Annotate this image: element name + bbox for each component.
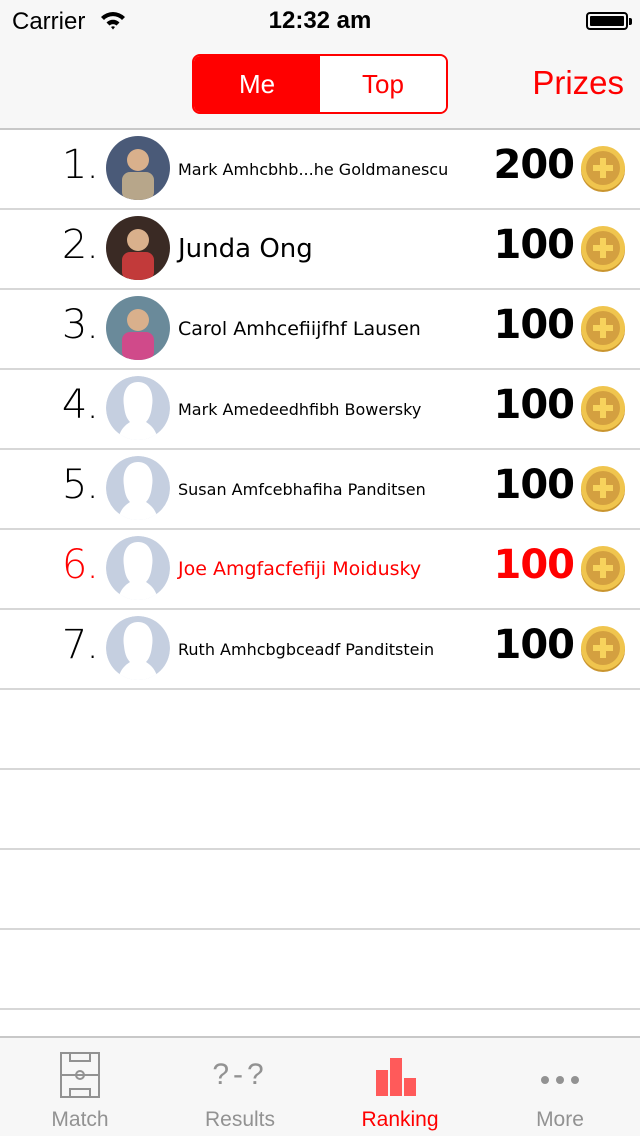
coin-icon bbox=[580, 466, 626, 512]
segment-top[interactable]: Top bbox=[320, 56, 446, 112]
bar-chart-icon bbox=[376, 1058, 424, 1101]
tab-label: Ranking bbox=[361, 1108, 439, 1131]
tab-label: Match bbox=[51, 1108, 109, 1131]
tab-label: Results bbox=[204, 1108, 276, 1131]
me-top-segmented-control[interactable]: Me Top bbox=[192, 54, 448, 114]
coin-icon bbox=[580, 386, 626, 432]
player-points: 200 bbox=[493, 142, 575, 188]
player-points: 100 bbox=[493, 302, 575, 348]
ranking-row[interactable]: 3. Carol Amhcefiijfhf Lausen 100 bbox=[0, 290, 640, 370]
coin-icon bbox=[580, 546, 626, 592]
more-dots-icon bbox=[540, 1072, 580, 1090]
user-avatar bbox=[106, 216, 170, 280]
soccer-field-icon bbox=[60, 1052, 100, 1103]
player-name: Ruth Amhcbgbceadf Panditstein bbox=[178, 639, 435, 659]
tab-more[interactable]: More bbox=[480, 1038, 640, 1136]
rank-number: 4. bbox=[61, 382, 99, 428]
empty-row bbox=[0, 690, 640, 770]
player-name: Mark Amhcbhb...he Goldmanescu bbox=[178, 159, 449, 179]
player-name: Junda Ong bbox=[178, 234, 313, 264]
user-avatar bbox=[106, 136, 170, 200]
rank-number: 5. bbox=[61, 462, 99, 508]
player-name: Susan Amfcebhafiha Panditsen bbox=[178, 479, 426, 499]
player-name: Mark Amedeedhfibh Bowersky bbox=[178, 399, 422, 419]
rank-number: 3. bbox=[61, 302, 99, 348]
score-unknown-icon: ?-? bbox=[212, 1058, 268, 1091]
ranking-row[interactable]: 7. Ruth Amhcbgbceadf Panditstein 100 bbox=[0, 610, 640, 690]
ranking-row[interactable]: 5. Susan Amfcebhafiha Panditsen 100 bbox=[0, 450, 640, 530]
coin-icon bbox=[580, 146, 626, 192]
tab-match[interactable]: Match bbox=[0, 1038, 160, 1136]
tab-bar: Match ?-? Results Ranking More bbox=[0, 1036, 640, 1136]
coin-icon bbox=[580, 626, 626, 672]
segment-me[interactable]: Me bbox=[194, 56, 320, 112]
default-avatar-icon bbox=[106, 536, 170, 600]
user-avatar bbox=[106, 296, 170, 360]
ranking-row[interactable]: 6. Joe Amgfacfefiji Moidusky 100 bbox=[0, 530, 640, 610]
player-points: 100 bbox=[493, 622, 575, 668]
navigation-header: Carrier 12:32 am Me Top Prizes bbox=[0, 0, 640, 130]
player-name: Carol Amhcefiijfhf Lausen bbox=[178, 318, 421, 340]
default-avatar-icon bbox=[106, 456, 170, 520]
player-points: 100 bbox=[493, 542, 575, 588]
ranking-list: 1. Mark Amhcbhb...he Goldmanescu 200 2. Jund… bbox=[0, 130, 640, 1010]
player-name: Joe Amgfacfefiji Moidusky bbox=[178, 558, 422, 580]
ranking-row[interactable]: 1. Mark Amhcbhb...he Goldmanescu 200 bbox=[0, 130, 640, 210]
ranking-row[interactable]: 4. Mark Amedeedhfibh Bowersky 100 bbox=[0, 370, 640, 450]
player-points: 100 bbox=[493, 382, 575, 428]
tab-ranking[interactable]: Ranking bbox=[320, 1038, 480, 1136]
empty-row bbox=[0, 850, 640, 930]
status-bar: Carrier 12:32 am bbox=[0, 0, 640, 40]
player-points: 100 bbox=[493, 222, 575, 268]
coin-icon bbox=[580, 226, 626, 272]
prizes-button[interactable]: Prizes bbox=[532, 64, 624, 102]
coin-icon bbox=[580, 306, 626, 352]
tab-label: More bbox=[536, 1108, 584, 1131]
empty-row bbox=[0, 770, 640, 850]
ranking-row[interactable]: 2. Junda Ong 100 bbox=[0, 210, 640, 290]
clock: 12:32 am bbox=[268, 7, 372, 34]
empty-row bbox=[0, 930, 640, 1010]
default-avatar-icon bbox=[106, 376, 170, 440]
player-points: 100 bbox=[493, 462, 575, 508]
rank-number: 2. bbox=[61, 222, 99, 268]
default-avatar-icon bbox=[106, 616, 170, 680]
rank-number: 7. bbox=[61, 622, 99, 668]
rank-number: 1. bbox=[61, 142, 99, 188]
rank-number: 6. bbox=[61, 542, 99, 588]
battery-icon bbox=[586, 12, 632, 30]
tab-results[interactable]: ?-? Results bbox=[160, 1038, 320, 1136]
